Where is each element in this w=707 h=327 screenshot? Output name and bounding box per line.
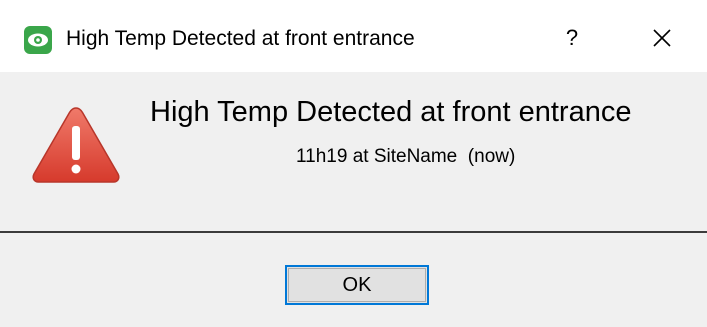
window-title: High Temp Detected at front entrance <box>66 27 415 50</box>
warning-icon <box>30 104 122 186</box>
close-button[interactable] <box>640 18 684 58</box>
close-icon <box>653 29 671 47</box>
title-bar: High Temp Detected at front entrance ? <box>0 0 707 72</box>
button-bar: OK <box>0 233 707 327</box>
message-area: High Temp Detected at front entrance 11h… <box>0 72 707 232</box>
ok-button-label: OK <box>288 268 426 302</box>
alert-detail: 11h19 at SiteName (now) <box>296 146 516 167</box>
alert-dialog: High Temp Detected at front entrance ? H… <box>0 0 707 327</box>
eye-app-icon <box>24 26 52 54</box>
help-button[interactable]: ? <box>550 18 594 58</box>
alert-heading: High Temp Detected at front entrance <box>150 96 632 128</box>
ok-button[interactable]: OK <box>285 265 429 305</box>
